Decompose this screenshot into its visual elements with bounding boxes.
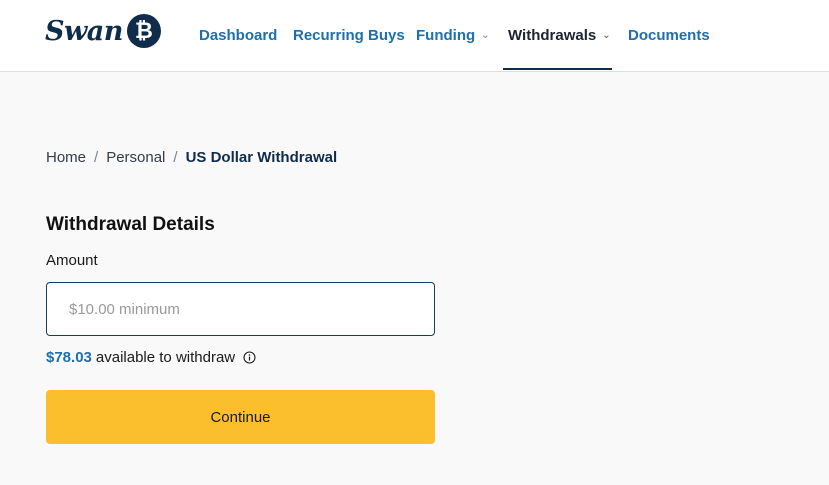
nav-item-label: Documents — [628, 26, 710, 44]
nav-item-documents[interactable]: Documents — [628, 0, 710, 70]
nav-item-funding[interactable]: Funding ⌄ — [416, 0, 490, 70]
breadcrumb-separator: / — [173, 149, 178, 166]
swan-logo[interactable]: Swan ₿ — [45, 13, 161, 49]
info-icon[interactable] — [243, 351, 256, 364]
active-nav-indicator — [503, 68, 612, 70]
breadcrumb-current: US Dollar Withdrawal — [185, 149, 338, 166]
bitcoin-icon: ₿ — [126, 14, 161, 48]
nav-item-label: Withdrawals — [508, 26, 597, 44]
page-title: Withdrawal Details — [46, 214, 215, 235]
nav-item-label: Dashboard — [199, 26, 278, 44]
chevron-down-icon: ⌄ — [602, 29, 611, 41]
nav-item-label: Funding — [416, 26, 476, 44]
nav-item-label: Recurring Buys — [293, 26, 405, 44]
nav-item-recurring-buys[interactable]: Recurring Buys — [293, 0, 405, 70]
available-amount: $78.03 — [46, 349, 92, 366]
amount-input[interactable] — [46, 282, 435, 336]
breadcrumb: Home / Personal / US Dollar Withdrawal — [46, 149, 337, 166]
logo-text: Swan — [45, 15, 123, 47]
chevron-down-icon: ⌄ — [481, 29, 490, 41]
available-text: available to withdraw — [95, 349, 236, 366]
available-balance: $78.03 available to withdraw — [46, 349, 256, 366]
top-navbar: Swan ₿ Dashboard Recurring Buys Funding … — [0, 0, 829, 72]
amount-label: Amount — [46, 252, 98, 269]
breadcrumb-personal[interactable]: Personal — [106, 149, 165, 166]
breadcrumb-separator: / — [94, 149, 99, 166]
nav-item-dashboard[interactable]: Dashboard — [199, 0, 277, 70]
breadcrumb-home[interactable]: Home — [46, 149, 86, 166]
continue-button[interactable]: Continue — [46, 390, 435, 444]
nav-item-withdrawals[interactable]: Withdrawals ⌄ — [508, 0, 611, 70]
